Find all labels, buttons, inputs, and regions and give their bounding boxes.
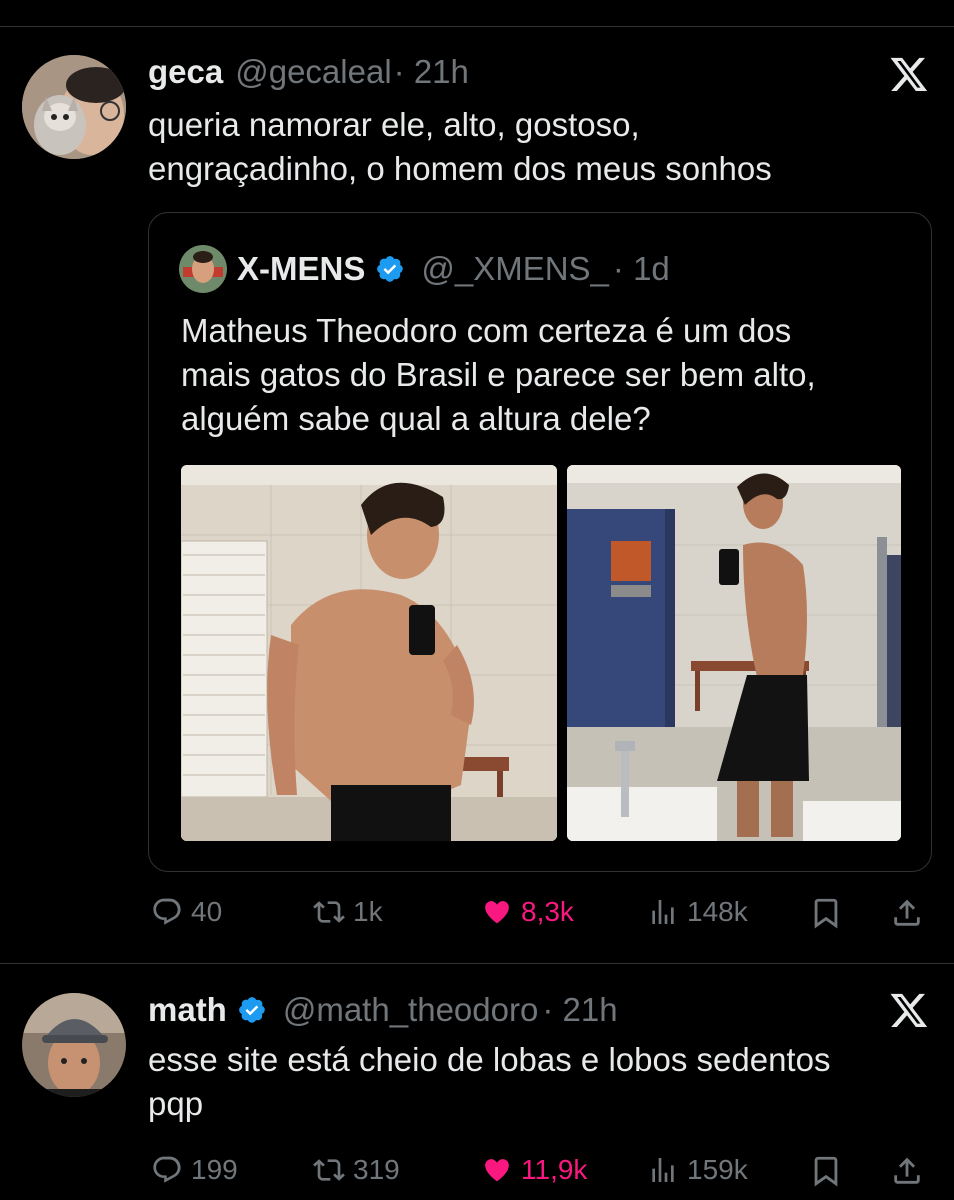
reply-count: 199 xyxy=(191,1154,238,1185)
reply-count: 40 xyxy=(191,896,223,927)
bookmark-icon[interactable] xyxy=(809,896,843,930)
verified-icon xyxy=(377,256,404,282)
timestamp[interactable]: · 21h xyxy=(394,52,469,92)
like-button[interactable]: 8,3k xyxy=(481,896,574,928)
quote-photo-2[interactable] xyxy=(567,465,901,841)
timestamp[interactable]: · 1d xyxy=(613,249,670,289)
tweet-text: esse site está cheio de lobas e lobos se… xyxy=(148,1041,831,1122)
avatar-xmens[interactable] xyxy=(179,245,227,293)
display-name[interactable]: math xyxy=(148,990,227,1030)
repost-count: 1k xyxy=(353,896,383,927)
tweet-1-header: geca @gecaleal · 21h xyxy=(148,52,469,92)
repost-count: 319 xyxy=(353,1154,400,1185)
tweet-2-actions: 199 319 11,9k 159k xyxy=(0,1148,954,1198)
reply-icon xyxy=(153,898,181,925)
display-name[interactable]: geca xyxy=(148,52,223,92)
display-name[interactable]: X-MENS xyxy=(237,249,365,289)
quoted-tweet[interactable]: X-MENS @_XMENS_ · 1d Matheus Theodoro co… xyxy=(148,212,932,872)
top-divider xyxy=(0,26,954,27)
tweet-divider xyxy=(0,963,954,964)
like-icon xyxy=(485,901,509,924)
quote-header: X-MENS @_XMENS_ · 1d xyxy=(237,249,670,289)
verified-icon xyxy=(238,997,265,1023)
views-icon xyxy=(652,900,674,924)
tweet-1-actions: 40 1k 8,3k 148k xyxy=(0,890,954,940)
x-logo-icon xyxy=(890,993,928,1027)
views-count: 159k xyxy=(687,1154,748,1185)
views-button[interactable]: 159k xyxy=(647,1154,748,1186)
x-logo-icon xyxy=(890,57,928,91)
repost-button[interactable]: 1k xyxy=(313,896,383,928)
share-icon[interactable] xyxy=(890,1154,924,1188)
repost-icon xyxy=(313,1159,345,1181)
tweet-2-header: math @math_theodoro · 21h xyxy=(148,990,618,1030)
reply-button[interactable]: 199 xyxy=(151,1154,238,1186)
avatar-math[interactable] xyxy=(22,993,126,1097)
repost-button[interactable]: 319 xyxy=(313,1154,400,1186)
like-count: 8,3k xyxy=(521,896,574,927)
reply-button[interactable]: 40 xyxy=(151,896,222,928)
views-count: 148k xyxy=(687,896,748,927)
views-button[interactable]: 148k xyxy=(647,896,748,928)
quote-text: Matheus Theodoro com certeza é um dos ma… xyxy=(181,312,816,437)
like-icon xyxy=(485,1159,509,1182)
handle[interactable]: @math_theodoro xyxy=(283,990,539,1030)
views-icon xyxy=(652,1158,674,1182)
reply-icon xyxy=(153,1156,181,1183)
tweet-text: queria namorar ele, alto, gostoso, engra… xyxy=(148,106,772,187)
bookmark-icon[interactable] xyxy=(809,1154,843,1188)
share-icon[interactable] xyxy=(890,896,924,930)
handle[interactable]: @_XMENS_ xyxy=(421,249,609,289)
quote-photo-1[interactable] xyxy=(181,465,557,841)
timestamp[interactable]: · 21h xyxy=(542,990,617,1030)
avatar-geca[interactable] xyxy=(22,55,126,159)
handle[interactable]: @gecaleal xyxy=(235,52,391,92)
like-count: 11,9k xyxy=(521,1154,588,1185)
like-button[interactable]: 11,9k xyxy=(481,1154,587,1186)
repost-icon xyxy=(313,901,345,923)
